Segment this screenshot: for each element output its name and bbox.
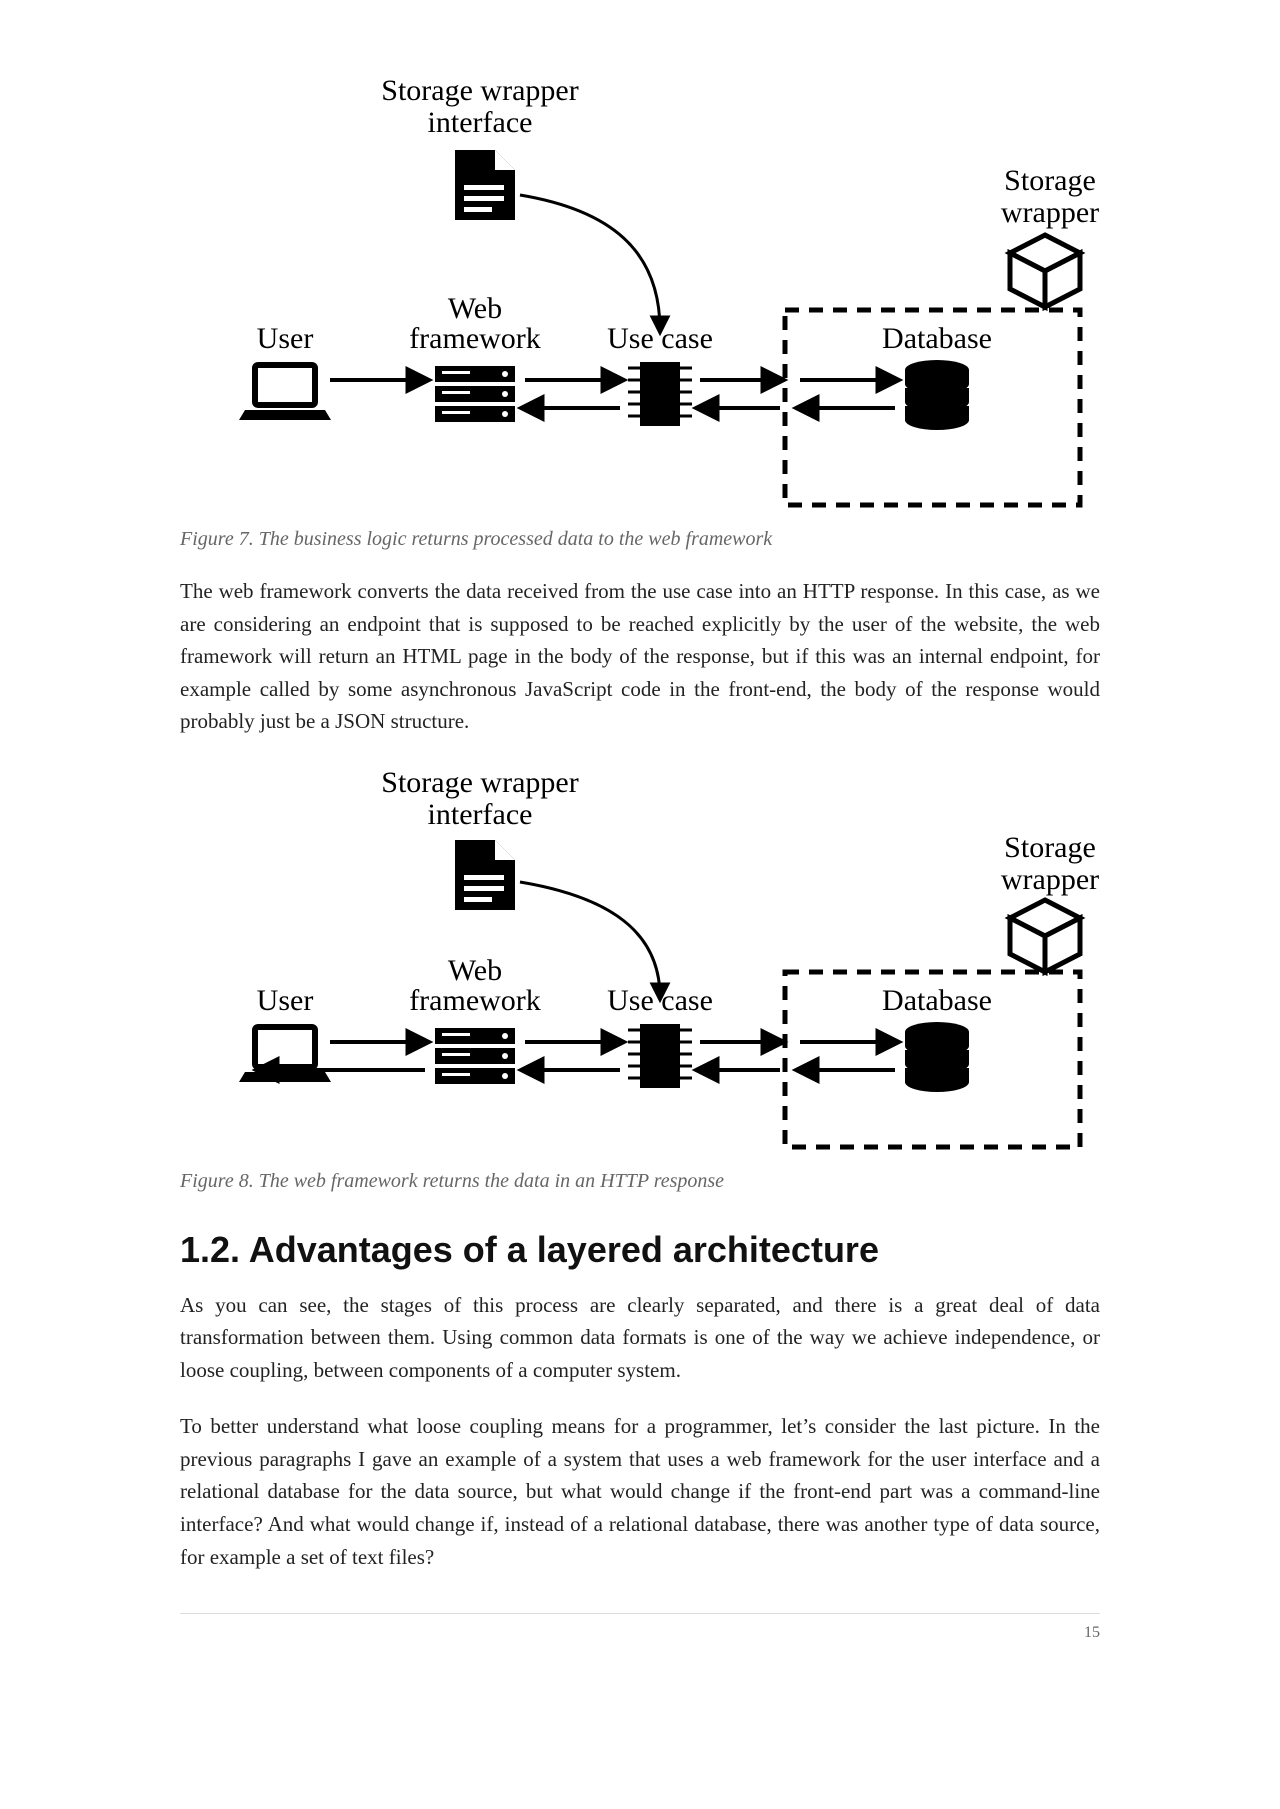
server-stack-icon bbox=[435, 366, 515, 422]
label-storage-wrapper-1: Storage bbox=[1004, 831, 1096, 864]
server-stack-icon bbox=[435, 1028, 515, 1084]
paragraph-2: As you can see, the stages of this proce… bbox=[180, 1289, 1100, 1387]
label-database: Database bbox=[882, 322, 992, 355]
cube-icon bbox=[1010, 900, 1080, 972]
cube-icon bbox=[1010, 235, 1080, 307]
label-storage-wrapper-interface-2: interface bbox=[428, 798, 533, 831]
footer-rule bbox=[180, 1613, 1100, 1614]
figure-7-caption: Figure 7. The business logic returns pro… bbox=[180, 528, 1100, 551]
figure-7: Storage wrapper interface Storage wrappe… bbox=[180, 60, 1100, 520]
label-storage-wrapper-2: wrapper bbox=[1001, 196, 1099, 229]
arrow-interface-to-usecase bbox=[520, 195, 660, 330]
document-icon bbox=[455, 150, 515, 220]
figure-7-svg: Storage wrapper interface Storage wrappe… bbox=[180, 60, 1100, 520]
label-web-framework-1: Web bbox=[448, 292, 502, 325]
label-web-framework-2: framework bbox=[409, 322, 541, 355]
label-storage-wrapper-interface-2: interface bbox=[428, 106, 533, 139]
paragraph-1: The web framework converts the data rece… bbox=[180, 575, 1100, 738]
arrow-interface-to-usecase bbox=[520, 882, 660, 997]
page-number: 15 bbox=[180, 1624, 1100, 1642]
page-content: Storage wrapper interface Storage wrappe… bbox=[90, 0, 1190, 1682]
laptop-icon bbox=[239, 365, 331, 420]
label-web-framework-1: Web bbox=[448, 954, 502, 987]
laptop-icon bbox=[239, 1027, 331, 1082]
label-database: Database bbox=[882, 984, 992, 1017]
label-storage-wrapper-interface-1: Storage wrapper bbox=[381, 74, 578, 107]
label-storage-wrapper-1: Storage bbox=[1004, 164, 1096, 197]
document-icon bbox=[455, 840, 515, 910]
database-icon bbox=[905, 360, 969, 430]
chip-icon bbox=[628, 362, 692, 426]
label-storage-wrapper-interface-1: Storage wrapper bbox=[381, 766, 578, 799]
label-user: User bbox=[257, 322, 314, 355]
figure-8: Storage wrapper interface Storage wrappe… bbox=[180, 762, 1100, 1162]
paragraph-3: To better understand what loose coupling… bbox=[180, 1410, 1100, 1573]
arrows-row bbox=[330, 380, 895, 408]
label-storage-wrapper-2: wrapper bbox=[1001, 863, 1099, 896]
arrows-row bbox=[260, 1042, 895, 1070]
label-web-framework-2: framework bbox=[409, 984, 541, 1017]
figure-8-svg: Storage wrapper interface Storage wrappe… bbox=[180, 762, 1100, 1162]
label-user: User bbox=[257, 984, 314, 1017]
chip-icon bbox=[628, 1024, 692, 1088]
section-heading: 1.2. Advantages of a layered architectur… bbox=[180, 1229, 1100, 1271]
figure-8-caption: Figure 8. The web framework returns the … bbox=[180, 1170, 1100, 1193]
database-icon bbox=[905, 1022, 969, 1092]
